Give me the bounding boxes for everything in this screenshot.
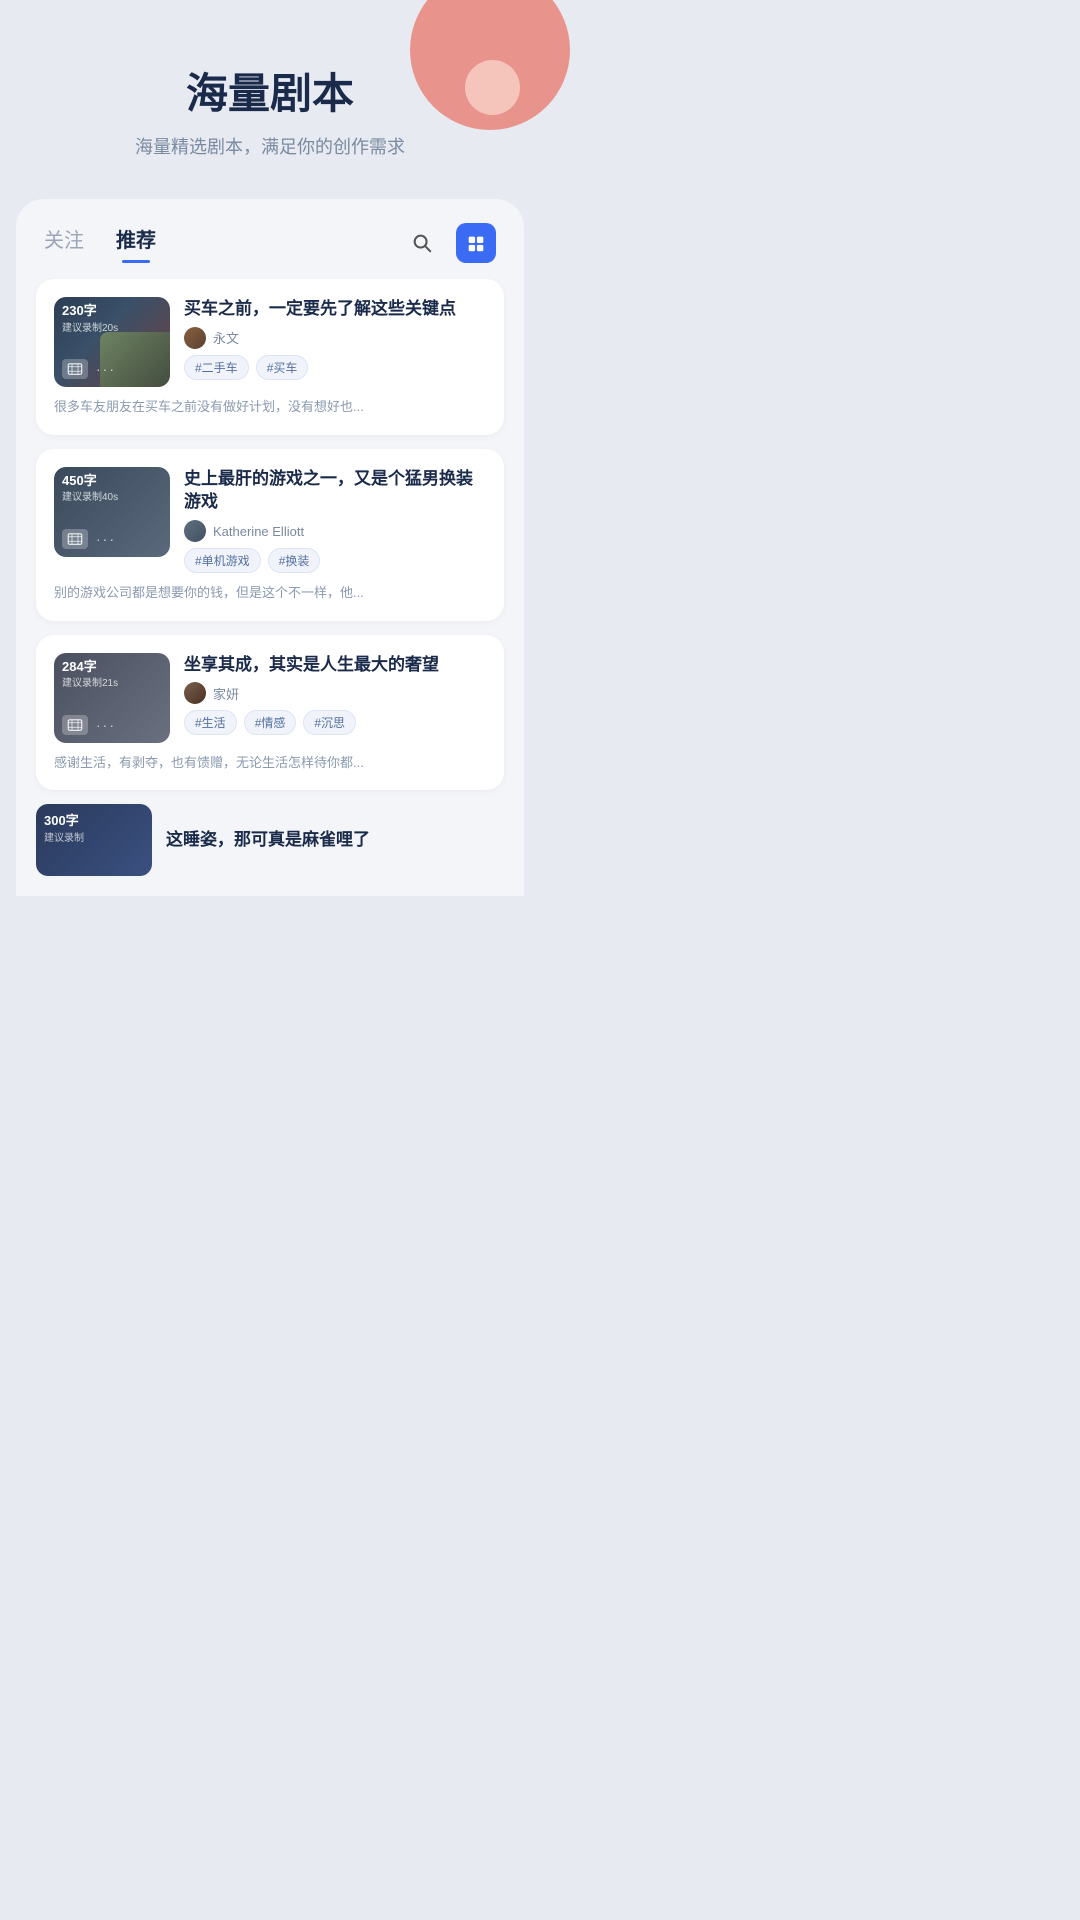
film-icon-2 xyxy=(62,529,88,549)
card-title-3: 坐享其成，其实是人生最大的奢望 xyxy=(184,653,486,677)
tag-1-0[interactable]: #二手车 xyxy=(184,355,249,380)
author-avatar-1 xyxy=(184,327,206,349)
page-subtitle: 海量精选剧本，满足你的创作需求 xyxy=(20,133,520,159)
content-list: 230字 建议录制20s ·· xyxy=(16,263,524,790)
card-author-3: 家妍 xyxy=(184,682,486,704)
thumb-icons-3: ··· xyxy=(62,715,116,735)
card-tags-3: #生活 #情感 #沉思 xyxy=(184,710,486,735)
more-dots-1: ··· xyxy=(96,361,116,377)
partial-card-info: 这睡姿，那可真是麻雀哩了 xyxy=(166,804,370,876)
tag-3-2[interactable]: #沉思 xyxy=(303,710,356,735)
partial-char-count: 300字 xyxy=(44,810,79,829)
card-author-2: Katherine Elliott xyxy=(184,520,486,542)
partial-thumbnail: 300字 建议录制 xyxy=(36,804,152,876)
char-count-3: 284字 xyxy=(54,653,105,675)
content-card-1[interactable]: 230字 建议录制20s ·· xyxy=(36,279,504,435)
thumb-icons-1: ··· xyxy=(62,359,116,379)
film-icon-1 xyxy=(62,359,88,379)
card-tags-1: #二手车 #买车 xyxy=(184,355,486,380)
card-thumbnail-3: 284字 建议录制21s ··· xyxy=(54,653,170,743)
tab-follow[interactable]: 关注 xyxy=(44,224,84,263)
tag-3-0[interactable]: #生活 xyxy=(184,710,237,735)
tab-recommend[interactable]: 推荐 xyxy=(116,224,156,263)
partial-rec: 建议录制 xyxy=(44,829,84,844)
menu-button[interactable] xyxy=(456,223,496,263)
card-preview-3: 感谢生活，有剥夺，也有馈赠，无论生活怎样待你都... xyxy=(54,753,486,773)
card-thumbnail-2: 450字 建议录制40s ··· xyxy=(54,467,170,557)
search-button[interactable] xyxy=(404,225,440,261)
card-thumbnail-1: 230字 建议录制20s ·· xyxy=(54,297,170,387)
tab-actions xyxy=(404,223,496,263)
card-preview-1: 很多车友朋友在买车之前没有做好计划，没有想好也... xyxy=(54,397,486,417)
card-top-3: 284字 建议录制21s ··· xyxy=(54,653,486,743)
tag-2-1[interactable]: #换装 xyxy=(268,548,321,573)
author-name-3: 家妍 xyxy=(213,684,239,703)
card-info-2: 史上最肝的游戏之一，又是个猛男换装游戏 Katherine Elliott #单… xyxy=(184,467,486,574)
author-name-1: 永文 xyxy=(213,328,239,347)
partial-card[interactable]: 300字 建议录制 这睡姿，那可真是麻雀哩了 xyxy=(36,804,504,876)
main-content-card: 关注 推荐 230 xyxy=(16,199,524,896)
more-dots-2: ··· xyxy=(96,531,116,547)
content-card-3[interactable]: 284字 建议录制21s ··· xyxy=(36,635,504,791)
author-avatar-2 xyxy=(184,520,206,542)
card-top-2: 450字 建议录制40s ··· xyxy=(54,467,486,574)
char-count-2: 450字 xyxy=(54,467,105,489)
more-dots-3: ··· xyxy=(96,717,116,733)
content-card-2[interactable]: 450字 建议录制40s ··· xyxy=(36,449,504,621)
tabs-bar: 关注 推荐 xyxy=(16,199,524,263)
partial-card-title: 这睡姿，那可真是麻雀哩了 xyxy=(166,828,370,852)
tag-1-1[interactable]: #买车 xyxy=(256,355,309,380)
char-count-1: 230字 xyxy=(54,297,105,319)
thumb-icons-2: ··· xyxy=(62,529,116,549)
card-author-1: 永文 xyxy=(184,327,486,349)
author-name-2: Katherine Elliott xyxy=(213,524,304,539)
tag-3-1[interactable]: #情感 xyxy=(244,710,297,735)
card-title-2: 史上最肝的游戏之一，又是个猛男换装游戏 xyxy=(184,467,486,515)
rec-time-2: 建议录制40s xyxy=(54,488,126,503)
card-top-1: 230字 建议录制20s ·· xyxy=(54,297,486,387)
author-avatar-3 xyxy=(184,682,206,704)
card-info-1: 买车之前，一定要先了解这些关键点 永文 #二手车 #买车 xyxy=(184,297,486,387)
card-info-3: 坐享其成，其实是人生最大的奢望 家妍 #生活 #情感 #沉思 xyxy=(184,653,486,743)
tag-2-0[interactable]: #单机游戏 xyxy=(184,548,261,573)
card-tags-2: #单机游戏 #换装 xyxy=(184,548,486,573)
card-title-1: 买车之前，一定要先了解这些关键点 xyxy=(184,297,486,321)
film-icon-3 xyxy=(62,715,88,735)
header-section: 海量剧本 海量精选剧本，满足你的创作需求 xyxy=(0,0,540,199)
card-preview-2: 别的游戏公司都是想要你的钱，但是这个不一样，他... xyxy=(54,583,486,603)
rec-time-3: 建议录制21s xyxy=(54,674,126,689)
page-title: 海量剧本 xyxy=(20,60,520,121)
